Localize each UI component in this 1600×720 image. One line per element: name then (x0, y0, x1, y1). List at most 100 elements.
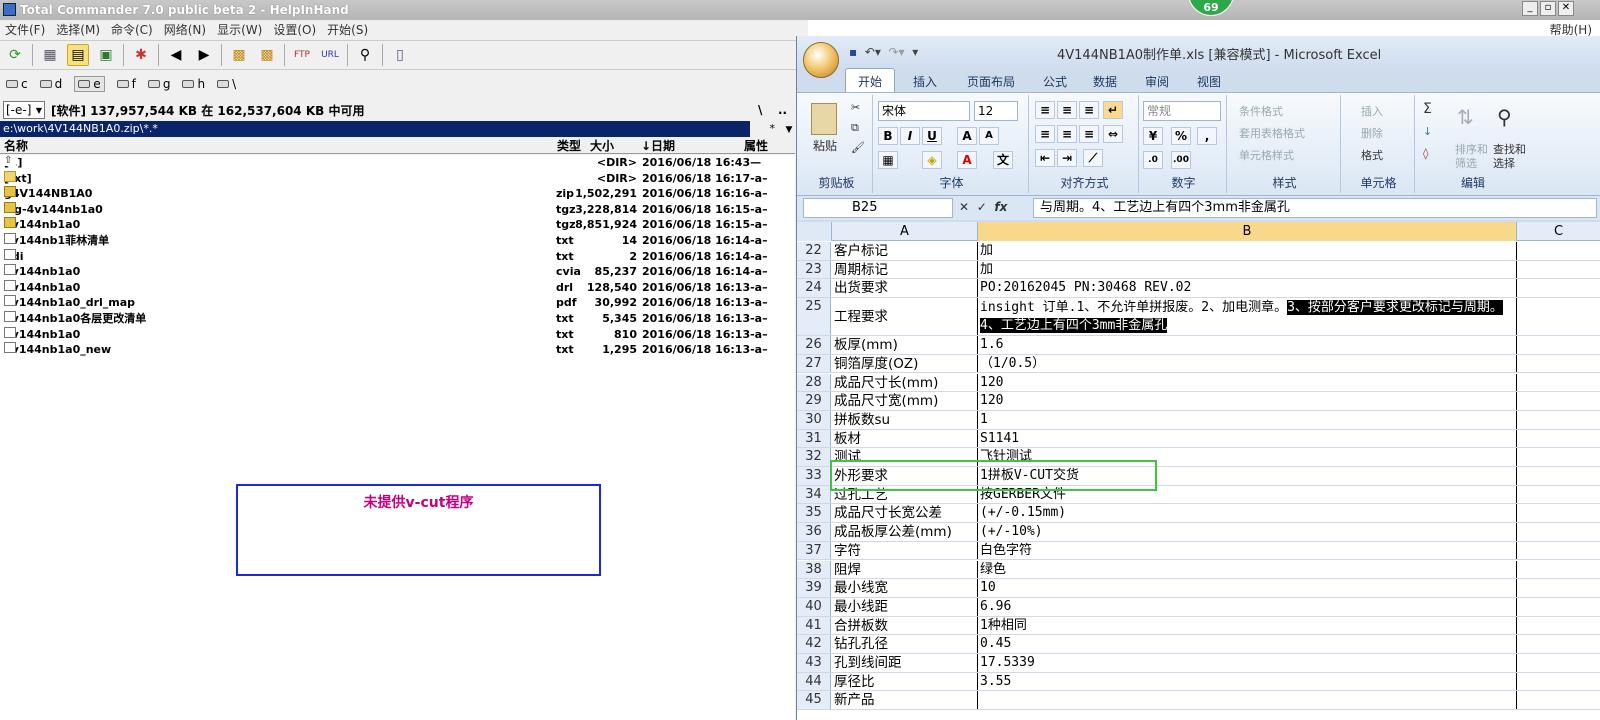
cell-b[interactable]: insight 订单.1、不允许单拼报废。2、加电测章。3、按部分客户要求更改标… (978, 298, 1517, 336)
cell-a[interactable]: 成品尺寸长(mm) (832, 373, 978, 392)
ribbon-tab[interactable]: 视图 (1187, 71, 1231, 92)
cell-b[interactable]: 3.55 (978, 672, 1517, 691)
cell-b[interactable]: 1.6 (978, 336, 1517, 354)
history-dropdown-icon[interactable]: ▼ (786, 125, 793, 135)
wrap-text-icon[interactable]: ↵ (1103, 101, 1123, 119)
minimize-button[interactable]: _ (1522, 1, 1538, 16)
merge-center-icon[interactable]: ⇔ (1103, 125, 1123, 143)
cell-a[interactable]: 出货要求 (832, 279, 978, 298)
decrease-decimal-icon[interactable]: .00 (1171, 151, 1191, 169)
drive-button[interactable]: c (6, 77, 28, 91)
cell-a[interactable]: 厚径比 (832, 672, 978, 691)
drive-button[interactable]: g (147, 77, 170, 91)
cell-style-button[interactable]: 单元格样式 (1239, 147, 1294, 163)
forward-icon[interactable]: ▶ (193, 44, 215, 66)
row-number[interactable]: 27 (797, 354, 831, 373)
brief-view-icon[interactable]: ▦ (39, 44, 61, 66)
cell-b[interactable]: 120 (978, 392, 1517, 410)
table-format-button[interactable]: 套用表格格式 (1239, 125, 1305, 141)
row-number[interactable]: 43 (797, 654, 831, 672)
history-star[interactable]: * (770, 122, 776, 135)
fx-icon[interactable]: fx (994, 200, 1007, 214)
refresh-icon[interactable]: ⟳ (4, 44, 26, 66)
underline-button[interactable]: U (922, 127, 942, 145)
paste-label[interactable]: 粘贴 (813, 137, 837, 154)
parent-button[interactable]: .. (778, 103, 787, 117)
align-right-icon[interactable]: ≡ (1079, 125, 1099, 143)
ribbon-tab[interactable]: 页面布局 (957, 71, 1025, 92)
customize-qat-icon[interactable]: ▾ (912, 45, 918, 59)
pack-icon[interactable]: ▩ (228, 44, 250, 66)
file-row[interactable]: 4v144nb1菲林清单 txt 14 2016/06/18 16:14-a– (0, 233, 795, 249)
office-button[interactable] (803, 42, 839, 78)
cell-b[interactable] (978, 691, 1517, 710)
file-row[interactable]: 4v144nb1a0各层更改清单 txt 5,345 2016/06/18 16:13… (0, 311, 795, 327)
file-row[interactable]: 4v144nb1a0 cvia 85,237 2016/06/18 16:14-a– (0, 264, 795, 280)
select-all-corner[interactable] (797, 222, 832, 241)
align-bottom-icon[interactable]: ≡ (1079, 101, 1099, 119)
row-number[interactable]: 24 (797, 279, 831, 298)
ftp-icon[interactable]: FTP (291, 44, 313, 66)
invert-selection-icon[interactable]: ✱ (130, 44, 152, 66)
cell-a[interactable]: 阻焊 (832, 560, 978, 579)
row-number[interactable]: 34 (797, 485, 831, 504)
cell-b[interactable]: 6.96 (978, 597, 1517, 616)
drive-button[interactable]: \ (217, 77, 236, 91)
cell-a[interactable]: 最小线宽 (832, 579, 978, 597)
file-row[interactable]: ddi txt 2 2016/06/18 16:14-a– (0, 248, 795, 265)
col-name[interactable]: 名称 (4, 138, 28, 154)
row-number[interactable]: 35 (797, 504, 831, 523)
cell-a[interactable]: 字符 (832, 541, 978, 560)
cell-a[interactable]: 最小线距 (832, 597, 978, 616)
row-number[interactable]: 45 (797, 691, 831, 710)
orientation-icon[interactable]: ⟋ (1083, 149, 1103, 167)
row-number[interactable]: 23 (797, 260, 831, 279)
column-header-a[interactable]: A (832, 222, 978, 241)
clear-icon[interactable]: ◊ (1423, 147, 1428, 160)
tc-menu-item[interactable]: 设置(O) (273, 23, 316, 37)
font-size-select[interactable]: 12 (974, 101, 1018, 121)
cell-b[interactable]: 1种相同 (978, 616, 1517, 635)
tc-menu-item[interactable]: 命令(C) (111, 23, 153, 37)
cell-a[interactable]: 成品板厚公差(mm) (832, 523, 978, 541)
save-icon[interactable]: ▪ (849, 45, 857, 59)
drive-button[interactable]: e (74, 76, 105, 92)
cell-b[interactable]: PO:20162045 PN:30468 REV.02 (978, 279, 1517, 298)
cell-b[interactable]: 白色字符 (978, 541, 1517, 560)
drive-button[interactable]: h (182, 77, 205, 91)
align-left-icon[interactable]: ≡ (1035, 125, 1055, 143)
row-number[interactable]: 29 (797, 392, 831, 410)
ribbon-tab[interactable]: 审阅 (1135, 71, 1179, 92)
number-format-select[interactable]: 常规 (1143, 101, 1221, 121)
detail-view-icon[interactable]: ▤ (67, 44, 89, 66)
restore-button[interactable]: ▫ (1540, 1, 1556, 16)
cell-a[interactable]: 客户标记 (832, 242, 978, 260)
file-row[interactable]: 4v144nb1a0 drl 128,540 2016/06/18 16:13-a– (0, 279, 795, 296)
current-path[interactable]: e:\work\4V144NB1A0.zip\*.* (0, 121, 750, 137)
cell-a[interactable]: 拼板数su (832, 410, 978, 429)
insert-cells-button[interactable]: 插入 (1361, 103, 1383, 119)
borders-icon[interactable]: ▦ (878, 151, 898, 169)
accounting-icon[interactable]: ¥ (1143, 127, 1163, 145)
file-row[interactable]: 4v144nb1a0 txt 810 2016/06/18 16:13-a– (0, 326, 795, 343)
cell-b[interactable]: （1/0.5） (978, 354, 1517, 373)
column-header-b[interactable]: B (978, 222, 1517, 241)
cell-b[interactable]: 绿色 (978, 560, 1517, 579)
search-binoculars-icon[interactable]: ⚲ (354, 44, 376, 66)
enter-icon[interactable]: ✓ (977, 200, 987, 214)
cell-a[interactable]: 新产品 (832, 691, 978, 710)
row-number[interactable]: 31 (797, 429, 831, 448)
percent-icon[interactable]: % (1171, 127, 1191, 145)
copy-icon[interactable]: ⧉ (851, 121, 859, 135)
cell-a[interactable]: 成品尺寸长宽公差 (832, 504, 978, 523)
row-number[interactable]: 28 (797, 373, 831, 392)
increase-decimal-icon[interactable]: .0 (1143, 151, 1163, 169)
cell-b[interactable]: 加 (978, 260, 1517, 279)
thumbnail-view-icon[interactable]: ▣ (95, 44, 117, 66)
cancel-icon[interactable]: ✕ (959, 200, 969, 214)
file-row[interactable]: g4V144NB1A0 zip 1,502,291 2016/06/18 16:16-… (0, 186, 795, 202)
unpack-icon[interactable]: ▩ (256, 44, 278, 66)
tc-menu-item[interactable]: 网络(N) (164, 23, 206, 37)
cell-a[interactable]: 钻孔孔径 (832, 635, 978, 653)
row-number[interactable]: 32 (797, 448, 831, 466)
